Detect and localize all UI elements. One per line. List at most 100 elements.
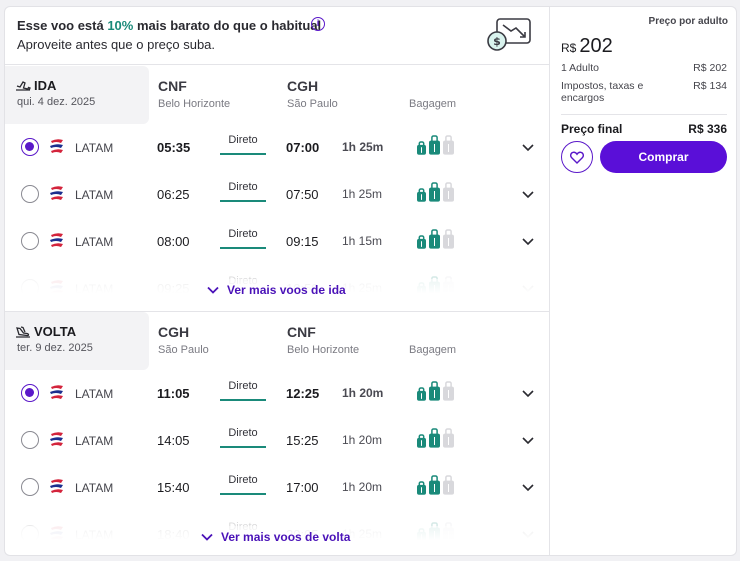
chevron-down-icon — [207, 286, 219, 294]
info-icon[interactable]: i — [311, 17, 325, 31]
baggage-icon — [429, 428, 440, 448]
baggage-icon — [443, 381, 454, 401]
itinerary-panel: Esse voo está 10% mais barato do que o h… — [5, 7, 549, 555]
outbound-more-wrap: Ver mais voos de ida — [5, 279, 549, 303]
latam-logo-icon — [50, 432, 63, 446]
latam-logo-icon — [50, 233, 63, 247]
latam-logo-icon — [50, 186, 63, 200]
flight-offer-card: Esse voo está 10% mais barato do que o h… — [4, 6, 737, 556]
adult-fare-label: 1 Adulto — [561, 62, 599, 74]
price-insight-subtitle: Aproveite antes que o preço suba. — [17, 37, 216, 52]
stops-label: Direto — [228, 134, 258, 146]
airline-name: LATAM — [75, 188, 114, 202]
return-header: VOLTA ter. 9 dez. 2025 CGH São Paulo CNF… — [5, 312, 549, 370]
svg-text:$: $ — [493, 35, 501, 48]
return-baggage-header: Bagagem — [409, 344, 457, 356]
price-insight-title: Esse voo está 10% mais barato do que o h… — [17, 18, 321, 33]
chevron-down-icon[interactable] — [521, 480, 535, 494]
outbound-dest-code: CGH — [287, 78, 319, 94]
adult-fare-line: 1 Adulto R$ 202 — [561, 62, 727, 74]
flight-radio[interactable] — [21, 232, 39, 250]
outbound-title: IDA — [15, 78, 56, 93]
airline-name: LATAM — [75, 141, 114, 155]
baggage-icon — [443, 135, 454, 155]
route-line — [220, 493, 266, 495]
flight-radio[interactable] — [21, 478, 39, 496]
airline-name: LATAM — [75, 235, 114, 249]
heart-icon — [570, 151, 584, 164]
baggage-icon — [429, 229, 440, 249]
airline-name: LATAM — [75, 481, 114, 495]
flight-radio[interactable] — [21, 138, 39, 156]
chevron-down-icon[interactable] — [521, 433, 535, 447]
flight-row[interactable]: LATAM 06:25 Direto 07:50 1h 25m — [5, 171, 549, 218]
outbound-dest-city: São Paulo — [287, 98, 338, 110]
more-outbound-flights-link[interactable]: Ver mais voos de ida — [207, 283, 346, 297]
flight-duration: 1h 20m — [342, 386, 384, 400]
airline-name: LATAM — [75, 387, 114, 401]
final-price-value: R$ 336 — [688, 122, 727, 136]
outbound-header: IDA qui. 4 dez. 2025 CNF Belo Horizonte … — [5, 66, 549, 124]
flight-row[interactable]: LATAM 08:00 Direto 09:15 1h 15m — [5, 218, 549, 265]
baggage-allowance — [416, 475, 455, 495]
stops-label: Direto — [228, 228, 258, 240]
stops-label: Direto — [228, 380, 258, 392]
return-origin-city: São Paulo — [158, 344, 209, 356]
per-adult-price: R$ 202 — [561, 35, 613, 58]
flight-row[interactable]: LATAM 05:35 Direto 07:00 1h 25m — [5, 124, 549, 171]
promo-prefix: Esse voo está — [17, 18, 108, 33]
flight-row[interactable]: LATAM 11:05 Direto 12:25 1h 20m — [5, 370, 549, 417]
departure-time: 14:05 — [157, 433, 190, 448]
baggage-icon — [417, 434, 426, 448]
route-line — [220, 399, 266, 401]
arrival-time: 15:25 — [286, 433, 319, 448]
favorite-button[interactable] — [561, 141, 593, 173]
outbound-origin-city: Belo Horizonte — [158, 98, 231, 110]
adult-fare-value: R$ 202 — [693, 62, 727, 74]
stops-label: Direto — [228, 474, 258, 486]
baggage-icon — [429, 135, 440, 155]
chevron-down-icon[interactable] — [521, 140, 535, 154]
taxes-label-cont: encargos — [561, 92, 605, 104]
flight-duration: 1h 20m — [342, 480, 383, 494]
return-section: VOLTA ter. 9 dez. 2025 CGH São Paulo CNF… — [5, 312, 549, 555]
flight-radio[interactable] — [21, 185, 39, 203]
latam-logo-icon — [50, 479, 63, 493]
route-line — [220, 200, 266, 202]
return-title: VOLTA — [15, 324, 76, 339]
promo-suffix: mais barato do que o habitual — [133, 18, 322, 33]
taxes-line: Impostos, taxas e encargos R$ 134 — [561, 80, 727, 104]
baggage-icon — [429, 381, 440, 401]
arrival-time: 07:50 — [286, 187, 319, 202]
return-dest-code: CNF — [287, 324, 316, 340]
return-origin-code: CGH — [158, 324, 190, 340]
plane-landing-icon — [16, 325, 30, 338]
buy-button[interactable]: Comprar — [600, 141, 727, 173]
outbound-tag: IDA qui. 4 dez. 2025 — [5, 66, 149, 124]
chevron-down-icon[interactable] — [521, 234, 535, 248]
flight-duration: 1h 25m — [342, 140, 384, 154]
flight-row[interactable]: LATAM 14:05 Direto 15:25 1h 20m — [5, 417, 549, 464]
return-label: VOLTA — [34, 324, 77, 339]
per-adult-price-value: 202 — [579, 35, 613, 57]
more-outbound-label: Ver mais voos de ida — [227, 283, 346, 297]
flight-radio[interactable] — [21, 431, 39, 449]
departure-time: 15:40 — [157, 480, 190, 495]
chevron-down-icon[interactable] — [521, 187, 535, 201]
final-price-label: Preço final — [561, 122, 623, 136]
more-return-flights-link[interactable]: Ver mais voos de volta — [201, 530, 350, 544]
baggage-allowance — [416, 428, 455, 448]
arrival-time: 07:00 — [286, 140, 320, 155]
baggage-icon — [443, 428, 454, 448]
departure-time: 06:25 — [157, 187, 190, 202]
baggage-allowance — [416, 135, 455, 155]
arrival-time: 12:25 — [286, 386, 320, 401]
baggage-icon — [443, 229, 454, 249]
flight-radio[interactable] — [21, 384, 39, 402]
baggage-icon — [417, 188, 426, 202]
flight-row[interactable]: LATAM 15:40 Direto 17:00 1h 20m — [5, 464, 549, 511]
price-insight-banner: Esse voo está 10% mais barato do que o h… — [5, 7, 549, 65]
chevron-down-icon[interactable] — [521, 386, 535, 400]
baggage-icon — [417, 387, 426, 401]
flight-duration: 1h 15m — [342, 234, 383, 248]
